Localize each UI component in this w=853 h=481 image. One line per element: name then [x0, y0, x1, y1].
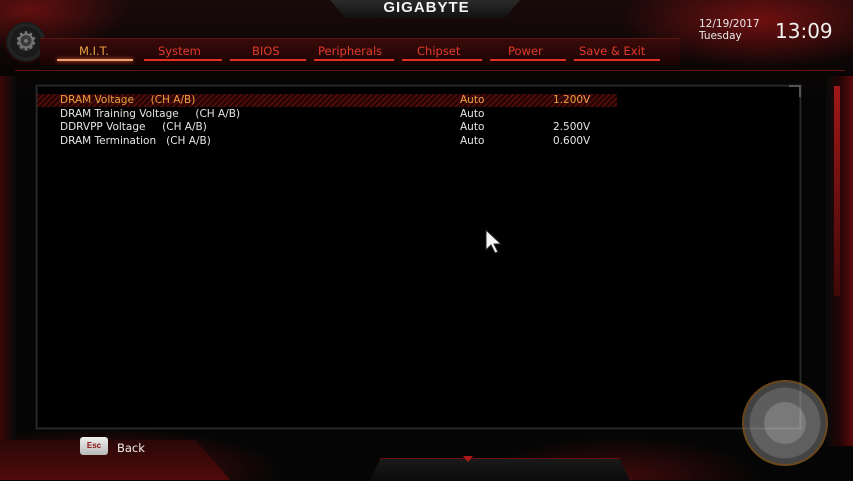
setting-name: DDRVPP Voltage (CH A/B)	[60, 121, 207, 133]
tab-mit-underline	[57, 59, 133, 61]
tab-save-exit-underline	[574, 59, 660, 61]
footer-plate	[0, 440, 230, 480]
date-text: 12/19/2017	[699, 18, 760, 30]
setting-value: 1.200V	[553, 94, 591, 106]
tab-bios-underline	[230, 59, 306, 61]
tab-system[interactable]: System	[158, 44, 201, 58]
tab-bios[interactable]: BIOS	[252, 44, 280, 58]
tab-power[interactable]: Power	[508, 44, 543, 58]
setting-row-dram-termination[interactable]: DRAM Termination (CH A/B) Auto 0.600V	[37, 135, 617, 148]
setting-row-dram-voltage[interactable]: DRAM Voltage (CH A/B) Auto 1.200V	[37, 94, 617, 107]
tab-system-underline	[144, 59, 222, 61]
setting-mode: Auto	[460, 135, 485, 147]
setting-name: DRAM Termination (CH A/B)	[60, 135, 211, 147]
esc-key-button[interactable]: Esc	[80, 437, 108, 455]
setting-row-dram-training-voltage[interactable]: DRAM Training Voltage (CH A/B) Auto	[37, 108, 617, 121]
back-label[interactable]: Back	[117, 441, 145, 455]
setting-mode: Auto	[460, 121, 485, 133]
setting-name: DRAM Voltage (CH A/B)	[60, 94, 196, 106]
tab-peripherals[interactable]: Peripherals	[318, 44, 382, 58]
tab-mit[interactable]: M.I.T.	[79, 44, 109, 58]
right-frame-bar	[834, 86, 840, 296]
setting-name: DRAM Training Voltage (CH A/B)	[60, 108, 241, 120]
date-display: 12/19/2017 Tuesday	[699, 18, 760, 42]
tab-chipset[interactable]: Chipset	[417, 44, 460, 58]
panel-corner-decoration	[789, 85, 801, 97]
setting-value: 2.500V	[553, 121, 591, 133]
header: GIGABYTE ⚙ M.I.T. System BIOS Peripheral…	[0, 0, 853, 68]
setting-row-ddrvpp-voltage[interactable]: DDRVPP Voltage (CH A/B) Auto 2.500V	[37, 121, 617, 134]
weekday-text: Tuesday	[699, 30, 742, 42]
setting-mode: Auto	[460, 108, 485, 120]
right-frame-decoration	[826, 76, 853, 446]
brand-logo: GIGABYTE	[383, 0, 470, 16]
left-frame-decoration	[0, 76, 16, 446]
watermark-logo	[742, 380, 828, 466]
mouse-pointer-icon	[485, 228, 503, 254]
setting-mode: Auto	[460, 94, 485, 106]
setting-value: 0.600V	[553, 135, 591, 147]
tab-save-exit[interactable]: Save & Exit	[579, 44, 645, 58]
settings-panel: DRAM Voltage (CH A/B) Auto 1.200V DRAM T…	[36, 85, 801, 429]
scroll-down-arrow-icon[interactable]	[463, 456, 473, 462]
tab-chipset-underline	[402, 59, 482, 61]
bottom-center-plate	[370, 458, 630, 481]
header-divider	[15, 70, 845, 71]
clock-display: 13:09	[775, 19, 833, 43]
tab-peripherals-underline	[314, 59, 394, 61]
tab-power-underline	[490, 59, 566, 61]
